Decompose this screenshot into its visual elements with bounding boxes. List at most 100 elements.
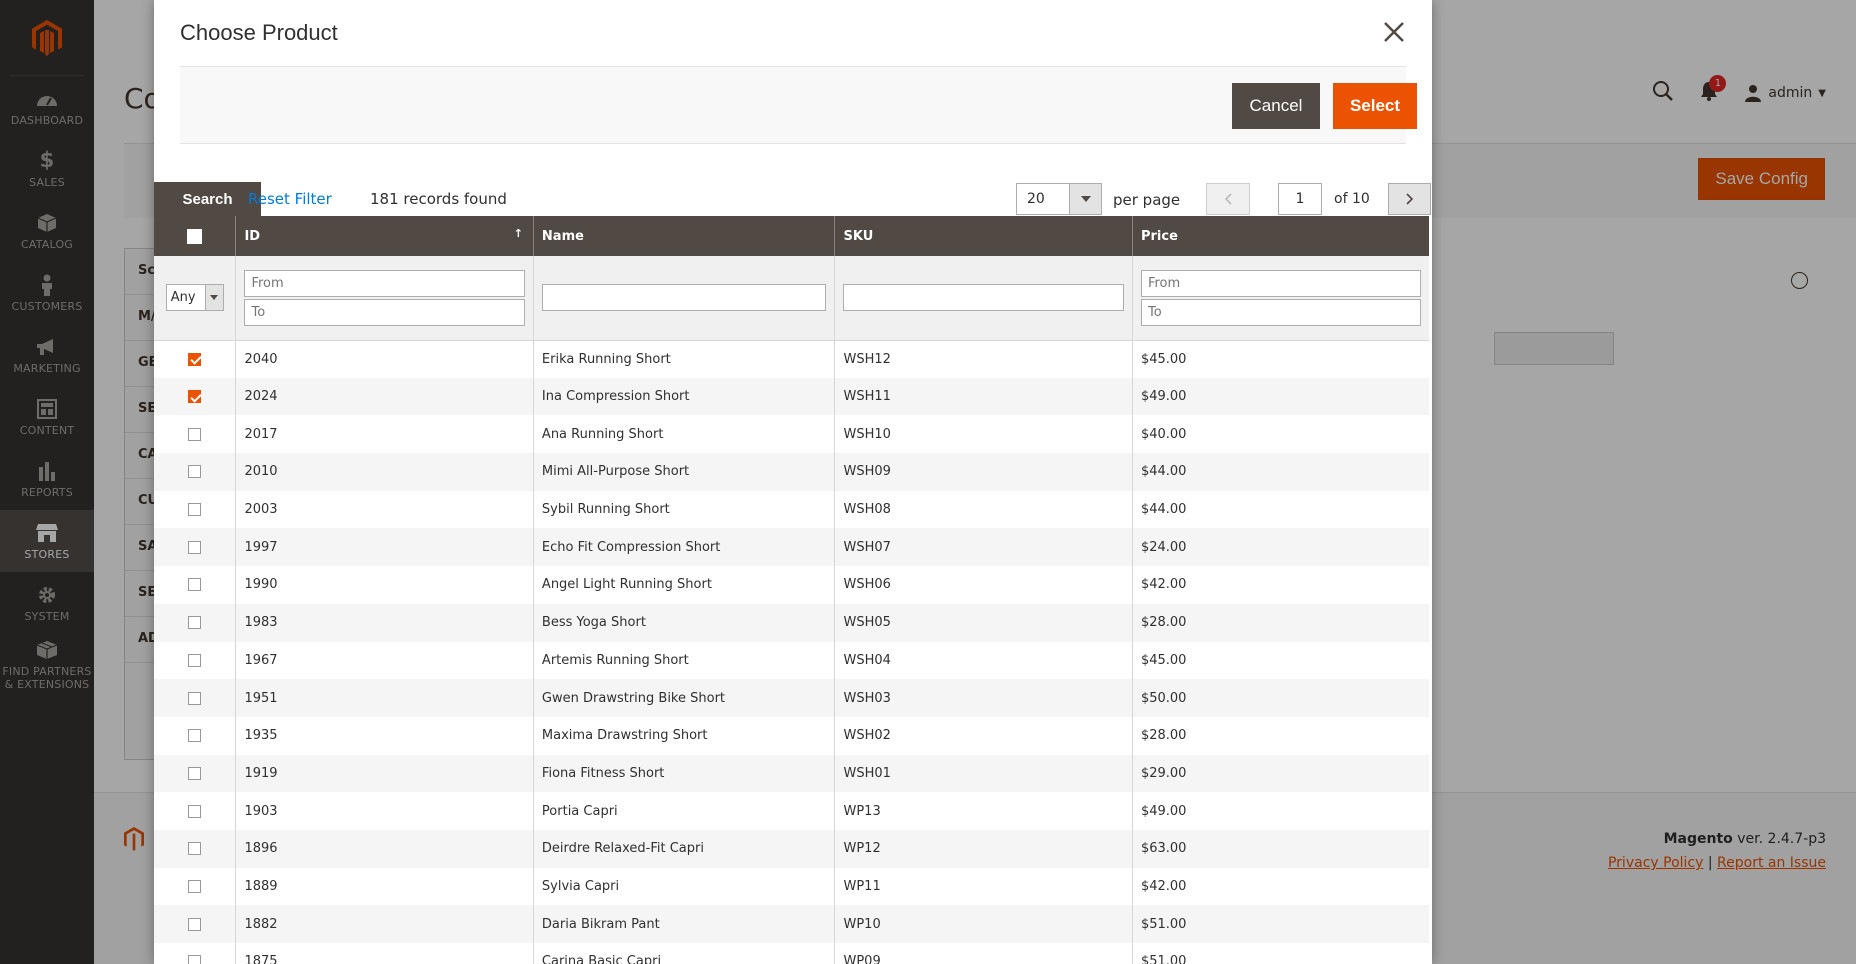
table-row[interactable]: 1882 Daria Bikram Pant WP10 $51.00	[154, 905, 1429, 943]
cell-price: $40.00	[1131, 415, 1429, 454]
table-row[interactable]: 1875 Carina Basic Capri WP09 $51.00	[154, 943, 1429, 964]
row-checkbox[interactable]	[188, 578, 202, 592]
row-select-cell	[154, 943, 236, 964]
table-row[interactable]: 1990 Angel Light Running Short WSH06 $42.00	[154, 566, 1429, 604]
cell-sku: WSH12	[834, 340, 1133, 378]
search-button[interactable]: Search	[154, 182, 261, 216]
row-select-cell	[154, 453, 236, 491]
chevron-down-icon[interactable]	[204, 285, 223, 311]
cancel-button[interactable]: Cancel	[1232, 83, 1320, 129]
cell-price: $42.00	[1131, 867, 1429, 906]
row-checkbox[interactable]	[188, 653, 202, 667]
table-row[interactable]: 2017 Ana Running Short WSH10 $40.00	[154, 415, 1429, 454]
row-checkbox[interactable]	[188, 729, 202, 743]
row-checkbox[interactable]	[188, 955, 202, 964]
cell-id: 2024	[235, 377, 534, 416]
mass-select-header	[154, 216, 236, 256]
next-page-button[interactable]	[1388, 183, 1431, 215]
cell-sku: WSH03	[834, 679, 1133, 717]
cell-price: $51.00	[1131, 905, 1429, 943]
id-to-input[interactable]	[244, 298, 525, 326]
row-select-cell	[154, 868, 236, 906]
column-header-id[interactable]: ID ↑	[235, 216, 534, 256]
cell-price: $49.00	[1131, 377, 1429, 416]
select-all-checkbox[interactable]	[187, 228, 203, 244]
cell-price: $45.00	[1131, 340, 1429, 378]
sku-filter-input[interactable]	[843, 284, 1124, 312]
reset-filter-link[interactable]: Reset Filter	[248, 190, 332, 208]
cell-sku: WP11	[834, 867, 1133, 906]
cell-name: Deirdre Relaxed-Fit Capri	[532, 829, 835, 868]
row-checkbox[interactable]	[188, 842, 202, 856]
table-row[interactable]: 1896 Deirdre Relaxed-Fit Capri WP12 $63.00	[154, 829, 1429, 868]
cell-name: Artemis Running Short	[532, 641, 835, 680]
in-products-filter-select[interactable]: Any	[165, 284, 224, 312]
row-checkbox[interactable]	[188, 766, 202, 780]
cell-name: Ina Compression Short	[532, 377, 835, 416]
column-header-sku[interactable]: SKU	[834, 216, 1133, 256]
column-header-price[interactable]: Price	[1131, 216, 1429, 256]
name-filter-input[interactable]	[541, 284, 827, 312]
row-checkbox[interactable]	[188, 503, 202, 517]
table-row[interactable]: 1935 Maxima Drawstring Short WSH02 $28.00	[154, 716, 1429, 755]
previous-page-button[interactable]	[1206, 183, 1250, 215]
per-page-select[interactable]: 20	[1016, 183, 1102, 215]
row-checkbox[interactable]	[188, 691, 202, 705]
table-row[interactable]: 1997 Echo Fit Compression Short WSH07 $24.0…	[154, 528, 1429, 567]
cell-sku: WSH04	[834, 641, 1133, 680]
cell-sku: WSH06	[834, 566, 1133, 604]
row-checkbox[interactable]	[188, 390, 202, 404]
row-checkbox[interactable]	[188, 352, 202, 366]
price-to-input[interactable]	[1140, 298, 1421, 326]
row-checkbox[interactable]	[188, 540, 202, 554]
table-row[interactable]: 2003 Sybil Running Short WSH08 $44.00	[154, 490, 1429, 529]
row-select-cell	[154, 491, 236, 529]
page-number-input[interactable]: 1	[1278, 183, 1322, 215]
close-icon[interactable]	[1380, 18, 1408, 46]
row-checkbox[interactable]	[188, 427, 202, 441]
table-row[interactable]: 1967 Artemis Running Short WSH04 $45.00	[154, 641, 1429, 680]
cell-price: $51.00	[1131, 943, 1429, 964]
chevron-down-icon[interactable]	[1069, 184, 1101, 214]
cell-id: 1935	[235, 716, 534, 755]
cell-price: $42.00	[1131, 566, 1429, 604]
table-row[interactable]: 1983 Bess Yoga Short WSH05 $28.00	[154, 603, 1429, 642]
row-checkbox[interactable]	[188, 804, 202, 818]
records-found-text: 181 records found	[370, 190, 507, 208]
cell-price: $49.00	[1131, 792, 1429, 830]
table-row[interactable]: 2040 Erika Running Short WSH12 $45.00	[154, 340, 1429, 378]
cell-sku: WP13	[834, 792, 1133, 830]
price-from-input[interactable]	[1140, 269, 1421, 297]
cell-id: 1889	[235, 867, 534, 906]
cell-name: Sybil Running Short	[532, 490, 835, 529]
column-header-label: Price	[1140, 228, 1178, 244]
filter-cell-name	[532, 256, 835, 341]
table-row[interactable]: 2010 Mimi All-Purpose Short WSH09 $44.00	[154, 453, 1429, 491]
per-page-value: 20	[1027, 191, 1045, 207]
row-checkbox[interactable]	[188, 879, 202, 893]
row-select-cell	[154, 528, 236, 567]
cell-price: $28.00	[1131, 716, 1429, 755]
table-row[interactable]: 2024 Ina Compression Short WSH11 $49.00	[154, 377, 1429, 416]
id-from-input[interactable]	[244, 269, 525, 297]
cell-id: 1967	[235, 641, 534, 680]
row-checkbox[interactable]	[188, 917, 202, 931]
table-row[interactable]: 1889 Sylvia Capri WP11 $42.00	[154, 867, 1429, 906]
cell-id: 1951	[235, 679, 534, 717]
column-header-name[interactable]: Name	[532, 216, 835, 256]
cell-name: Ana Running Short	[532, 415, 835, 454]
row-checkbox[interactable]	[188, 616, 202, 630]
table-row[interactable]: 1951 Gwen Drawstring Bike Short WSH03 $50.0…	[154, 679, 1429, 717]
table-row[interactable]: 1919 Fiona Fitness Short WSH01 $29.00	[154, 754, 1429, 793]
row-checkbox[interactable]	[188, 465, 202, 479]
row-select-cell	[154, 679, 236, 717]
row-select-cell	[154, 717, 236, 755]
cell-sku: WSH02	[834, 716, 1133, 755]
cell-name: Erika Running Short	[532, 340, 835, 378]
select-button[interactable]: Select	[1333, 83, 1417, 129]
chevron-left-icon	[1224, 193, 1232, 205]
cell-id: 2010	[235, 453, 534, 491]
cell-sku: WP10	[834, 905, 1133, 943]
table-row[interactable]: 1903 Portia Capri WP13 $49.00	[154, 792, 1429, 830]
cell-id: 1997	[235, 528, 534, 567]
